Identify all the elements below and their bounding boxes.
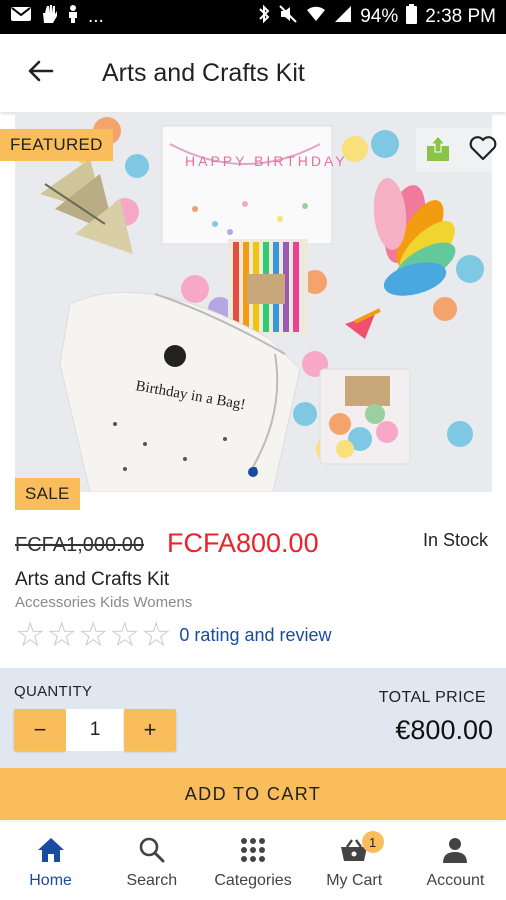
page-title: Arts and Crafts Kit	[102, 58, 305, 87]
stock-status: In Stock	[422, 530, 488, 550]
search-icon	[138, 834, 166, 866]
total-price-label: TOTAL PRICE	[378, 689, 486, 706]
back-button[interactable]	[0, 34, 80, 112]
price-row: FCFA1,000.00 FCFA800.00 In Stock	[15, 528, 491, 562]
sale-price: FCFA800.00	[167, 528, 319, 558]
product-name: Arts and Crafts Kit	[15, 569, 170, 590]
nav-categories[interactable]: Categories	[202, 822, 303, 900]
figure-icon	[66, 4, 80, 30]
nav-label: Account	[426, 872, 485, 889]
favorite-heart-icon[interactable]	[469, 135, 497, 166]
add-to-cart-button[interactable]: ADD TO CART	[0, 768, 506, 820]
wifi-icon	[306, 5, 326, 29]
quantity-value[interactable]: 1	[66, 709, 124, 751]
decrease-quantity-button[interactable]: −	[14, 709, 66, 751]
nav-label: Categories	[214, 872, 292, 889]
product-categories: Accessories Kids Womens	[15, 594, 193, 611]
nav-my-cart[interactable]: 1 My Cart	[304, 822, 405, 900]
nav-label: Home	[29, 872, 72, 889]
quantity-panel: QUANTITY − 1 + TOTAL PRICE €800.00	[0, 668, 506, 768]
nav-account[interactable]: Account	[405, 822, 506, 900]
image-actions	[416, 128, 506, 172]
nav-search[interactable]: Search	[101, 822, 202, 900]
nav-label: My Cart	[326, 872, 383, 889]
quantity-stepper: − 1 +	[14, 709, 176, 751]
card-banner-text: HAPPY BIRTHDAY	[185, 153, 348, 169]
mail-icon	[10, 5, 32, 29]
home-icon	[36, 834, 66, 866]
back-arrow-icon	[26, 59, 54, 88]
account-icon	[441, 834, 469, 866]
quantity-label: QUANTITY	[14, 683, 93, 700]
rating-row: ☆ ☆ ☆ ☆ ☆ 0 rating and review	[15, 618, 332, 652]
mute-icon	[278, 4, 298, 30]
star-icon: ☆	[15, 616, 46, 654]
star-icon: ☆	[77, 616, 109, 654]
star-icon: ☆	[109, 616, 140, 654]
old-price: FCFA1,000.00	[15, 534, 144, 556]
share-icon[interactable]	[425, 134, 451, 167]
increase-quantity-button[interactable]: +	[124, 709, 176, 751]
bluetooth-icon	[258, 4, 270, 30]
rating-review-link[interactable]: 0 rating and review	[179, 625, 331, 646]
sale-badge: SALE	[15, 478, 80, 510]
battery-icon	[406, 4, 418, 30]
hand-icon	[40, 4, 58, 30]
nav-label: Search	[126, 872, 178, 889]
status-right-icons: 94% 2:38 PM	[258, 4, 496, 30]
status-left-icons: ...	[10, 4, 104, 30]
status-time: 2:38 PM	[425, 6, 496, 27]
signal-icon	[334, 5, 352, 29]
star-icon: ☆	[140, 616, 172, 654]
status-bar: ... 94% 2:38 PM	[0, 0, 506, 34]
nav-home[interactable]: Home	[0, 822, 101, 900]
battery-percent: 94%	[360, 6, 399, 27]
total-price-value: €800.00	[395, 715, 493, 745]
featured-badge: FEATURED	[0, 129, 113, 161]
star-icon: ☆	[46, 616, 77, 654]
cart-count-badge: 1	[361, 831, 384, 853]
app-bar: Arts and Crafts Kit	[0, 34, 506, 112]
bottom-nav: Home Search Categories 1 My Cart Account	[0, 822, 506, 900]
rating-stars[interactable]: ☆ ☆ ☆ ☆ ☆	[15, 618, 171, 652]
grid-icon	[240, 834, 266, 866]
status-ellipsis: ...	[88, 6, 104, 27]
